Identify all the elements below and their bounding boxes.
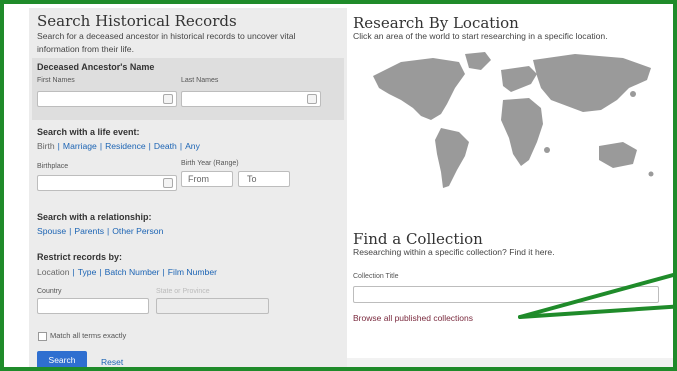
keyboard-icon[interactable]	[163, 178, 173, 188]
birthplace-label: Birthplace	[37, 163, 69, 170]
relationship-heading: Search with a relationship:	[37, 212, 152, 222]
search-records-panel: Search Historical Records Search for a d…	[29, 8, 347, 367]
state-input[interactable]	[156, 298, 269, 314]
footer-strip	[347, 358, 673, 367]
world-map-regions[interactable]	[373, 52, 654, 188]
search-description: Search for a deceased ancestor in histor…	[37, 31, 296, 54]
birth-year-to-input[interactable]: To	[238, 171, 290, 187]
life-event-heading: Search with a life event:	[37, 127, 140, 137]
country-label: Country	[37, 288, 62, 295]
country-input[interactable]	[37, 298, 149, 314]
search-title: Search Historical Records	[37, 12, 237, 30]
last-names-label: Last Names	[181, 77, 219, 84]
annotation-arrow	[518, 272, 673, 319]
reset-link[interactable]: Reset	[101, 357, 123, 367]
life-event-residence[interactable]: Residence	[105, 141, 146, 151]
restrict-location[interactable]: Location	[37, 267, 70, 277]
birth-year-label: Birth Year (Range)	[181, 160, 239, 167]
search-button[interactable]: Search	[37, 351, 87, 367]
map-asia[interactable]	[533, 54, 651, 112]
first-names-input[interactable]	[37, 91, 177, 107]
keyboard-icon[interactable]	[163, 94, 173, 104]
map-africa[interactable]	[501, 98, 543, 166]
birthplace-input[interactable]	[37, 175, 177, 191]
map-north-america[interactable]	[373, 58, 465, 120]
map-japan[interactable]	[630, 91, 636, 97]
relationship-options: Spouse | Parents | Other Person	[37, 226, 164, 236]
keyboard-icon[interactable]	[307, 94, 317, 104]
relationship-spouse[interactable]: Spouse	[37, 226, 66, 236]
ancestor-name-section: Deceased Ancestor's Name First Names Las…	[32, 58, 344, 120]
last-names-input[interactable]	[181, 91, 321, 107]
life-event-birth[interactable]: Birth	[37, 141, 55, 151]
life-event-marriage[interactable]: Marriage	[63, 141, 97, 151]
match-exact-label: Match all terms exactly	[50, 331, 127, 340]
map-australia[interactable]	[599, 142, 637, 168]
map-south-america[interactable]	[435, 128, 469, 188]
life-event-death[interactable]: Death	[154, 141, 177, 151]
restrict-heading: Restrict records by:	[37, 252, 123, 262]
match-exact-checkbox[interactable]	[38, 332, 47, 341]
ancestor-heading: Deceased Ancestor's Name	[37, 62, 155, 72]
restrict-options: Location | Type | Batch Number | Film Number	[37, 267, 217, 277]
life-event-options: Birth | Marriage | Residence | Death | Any	[37, 141, 200, 151]
collection-title-label: Collection Title	[353, 273, 399, 280]
map-new-zealand[interactable]	[648, 171, 654, 177]
first-names-label: First Names	[37, 77, 75, 84]
restrict-film-number[interactable]: Film Number	[168, 267, 217, 277]
map-europe[interactable]	[501, 66, 537, 92]
world-map[interactable]	[361, 48, 661, 198]
relationship-other-person[interactable]: Other Person	[112, 226, 163, 236]
life-event-any[interactable]: Any	[185, 141, 200, 151]
screenshot-frame: Search Historical Records Search for a d…	[0, 0, 677, 371]
state-label: State or Province	[156, 288, 210, 295]
restrict-type[interactable]: Type	[78, 267, 97, 277]
relationship-parents[interactable]: Parents	[74, 226, 104, 236]
birth-year-from-input[interactable]: From	[181, 171, 233, 187]
restrict-batch-number[interactable]: Batch Number	[105, 267, 160, 277]
browse-collections-link[interactable]: Browse all published collections	[353, 313, 473, 323]
location-description: Click an area of the world to start rese…	[353, 31, 608, 41]
map-madagascar[interactable]	[544, 147, 550, 153]
map-greenland[interactable]	[465, 52, 491, 70]
